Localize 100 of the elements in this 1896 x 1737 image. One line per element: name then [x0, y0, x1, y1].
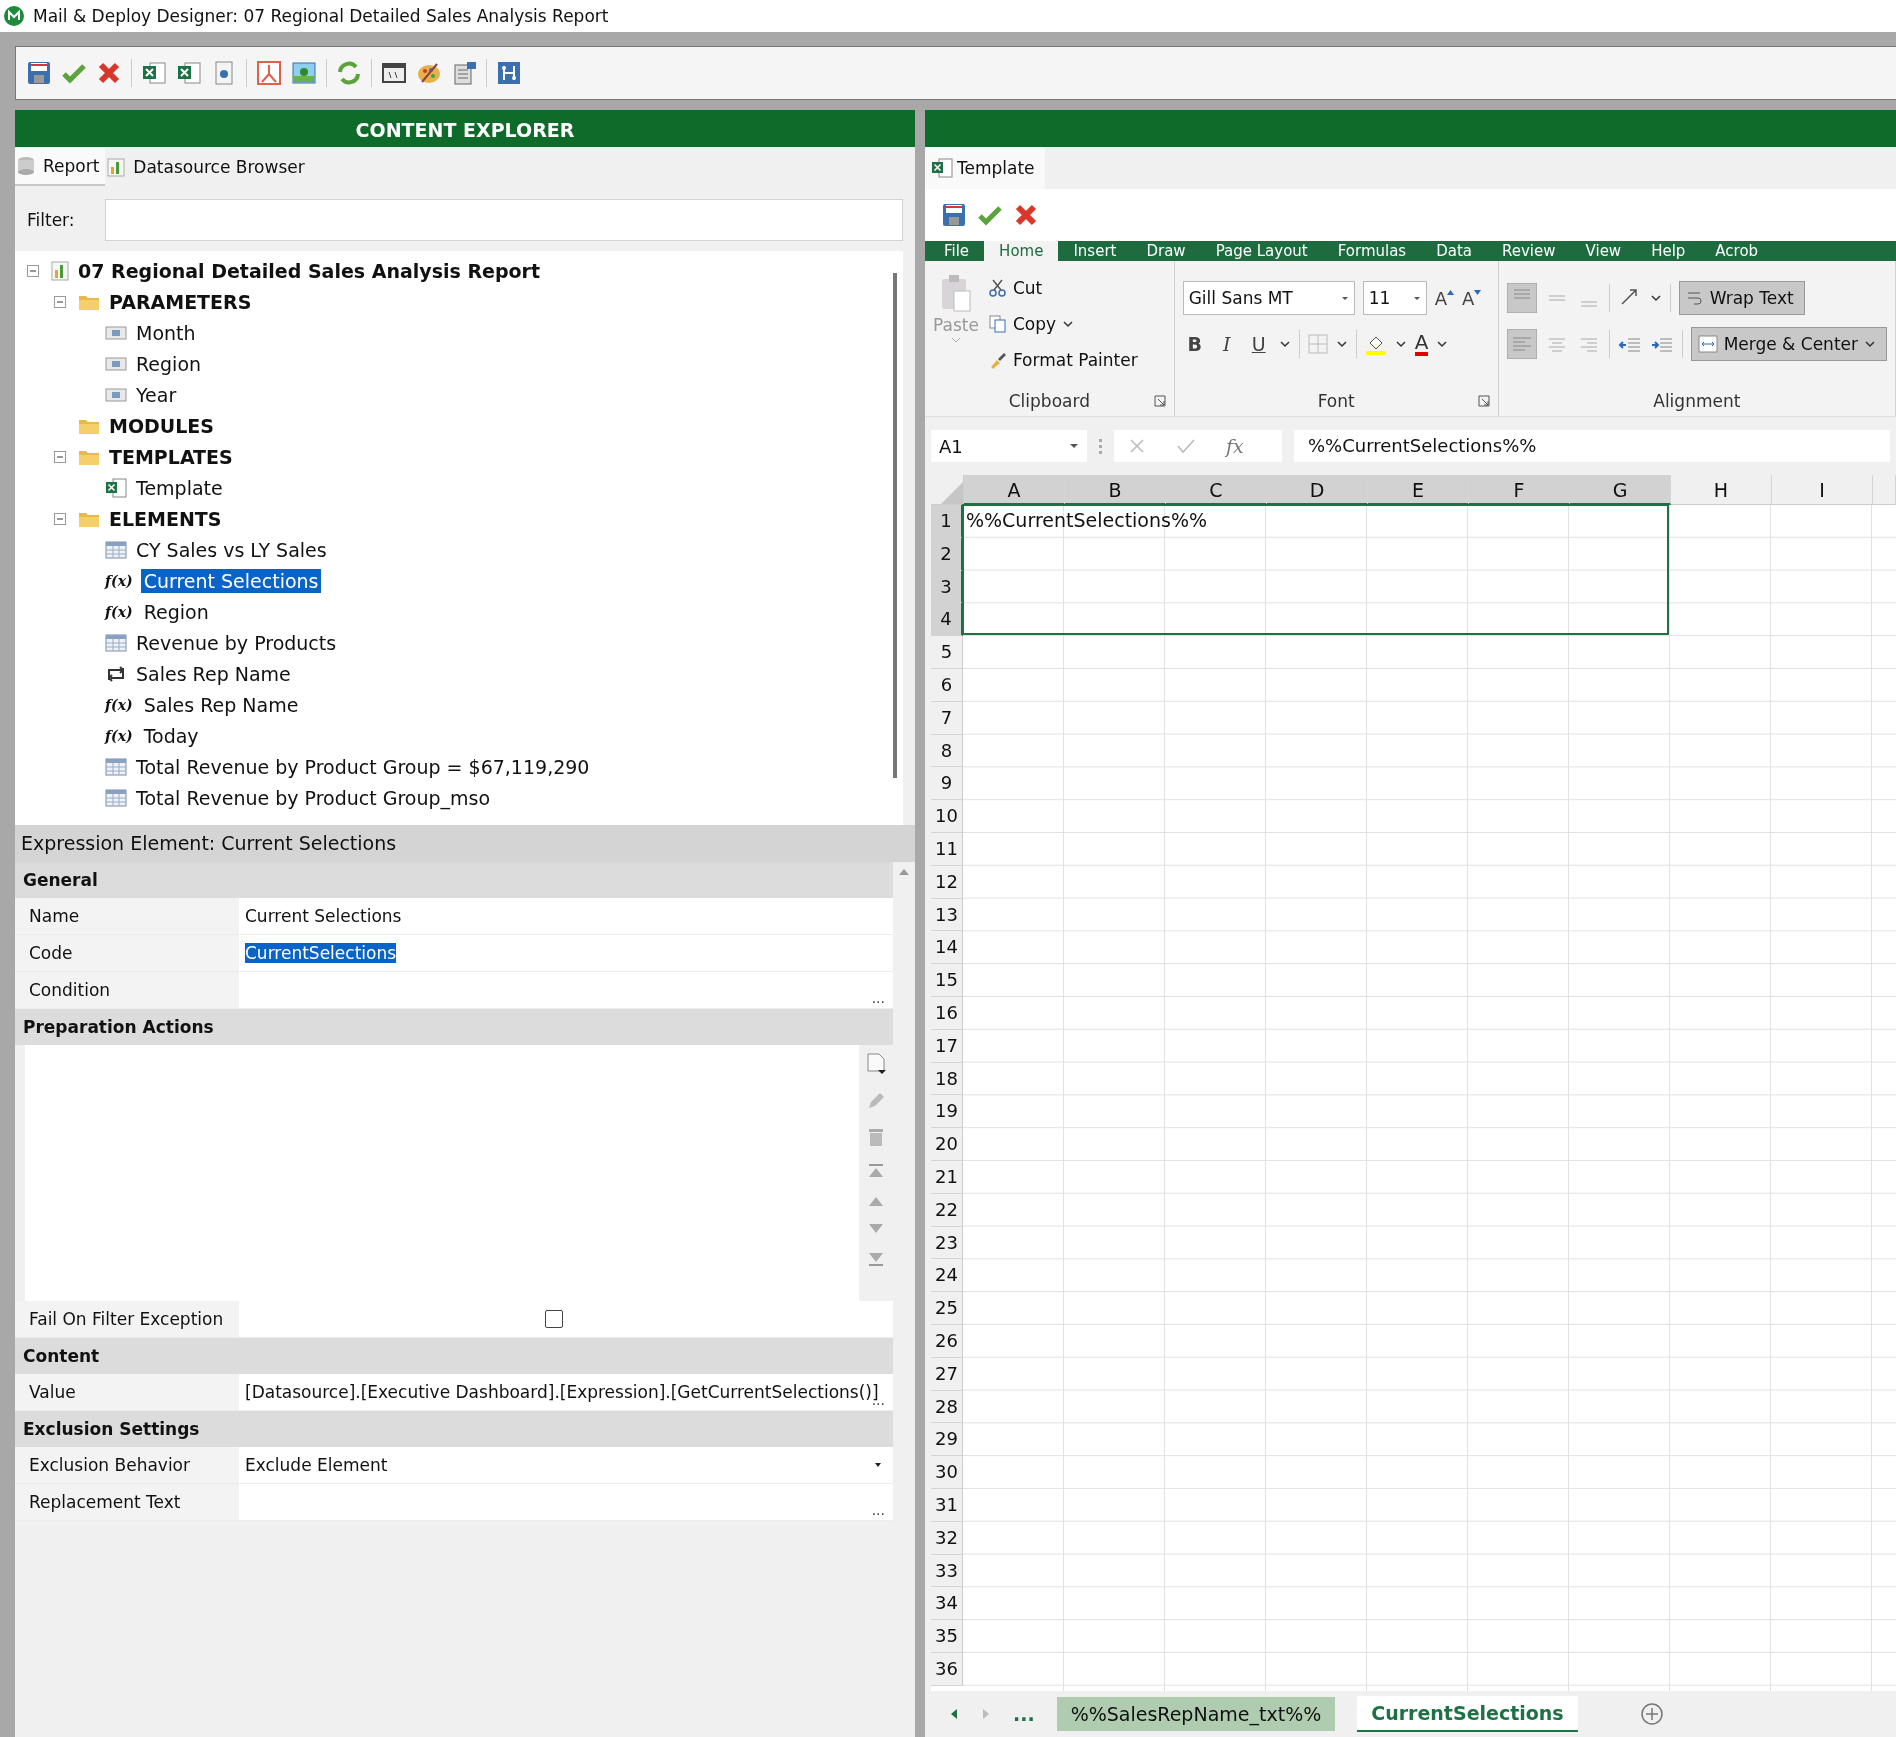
launcher-icon[interactable]: [1477, 395, 1490, 407]
column-header[interactable]: G: [1570, 475, 1671, 505]
insert-function-button[interactable]: fx: [1226, 435, 1244, 457]
row-header[interactable]: 15: [931, 964, 963, 997]
move-top-icon[interactable]: [867, 1163, 885, 1179]
row-header[interactable]: 26: [931, 1324, 963, 1358]
tree-item[interactable]: 07 Regional Detailed Sales Analysis Report: [75, 258, 544, 283]
layout-icon[interactable]: [496, 60, 522, 86]
format-painter-button[interactable]: Format Painter: [988, 345, 1138, 375]
add-sheet-icon[interactable]: [1639, 1702, 1664, 1726]
ribbon-tab[interactable]: Review: [1487, 241, 1571, 261]
excel-copy-icon[interactable]: [176, 60, 202, 86]
row-header[interactable]: 33: [931, 1554, 963, 1588]
ribbon-tab[interactable]: Data: [1421, 241, 1487, 261]
row-header[interactable]: 28: [931, 1390, 963, 1424]
column-header[interactable]: B: [1065, 475, 1166, 505]
variable-icon[interactable]: [381, 60, 407, 86]
trash-icon[interactable]: [867, 1127, 885, 1147]
cell-grid[interactable]: %%CurrentSelections%%: [963, 505, 1896, 1691]
caret-icon[interactable]: [1062, 320, 1074, 328]
ribbon-tab[interactable]: Page Layout: [1200, 241, 1323, 261]
column-header[interactable]: C: [1166, 475, 1267, 505]
italic-button[interactable]: I: [1214, 333, 1239, 355]
scroll-up-icon[interactable]: [898, 868, 910, 876]
collapse-toggle-icon[interactable]: [27, 264, 39, 277]
collapse-toggle-icon[interactable]: [54, 450, 66, 463]
launcher-icon[interactable]: [1153, 395, 1166, 407]
cell-text[interactable]: %%CurrentSelections%%: [966, 509, 1208, 531]
ellipsis-button[interactable]: ...: [871, 1502, 885, 1518]
tree-item[interactable]: Year: [133, 382, 180, 407]
row-header[interactable]: 12: [931, 865, 963, 899]
row-header[interactable]: 2: [931, 537, 963, 571]
cut-button[interactable]: Cut: [988, 273, 1138, 303]
property-value[interactable]: CurrentSelections: [245, 943, 397, 963]
ribbon-tab[interactable]: Insert: [1058, 241, 1132, 261]
cross-icon[interactable]: [96, 60, 122, 86]
cancel-icon[interactable]: [1128, 437, 1146, 455]
row-header[interactable]: 7: [931, 701, 963, 735]
ribbon-tab[interactable]: Home: [984, 241, 1059, 261]
row-header[interactable]: 19: [931, 1095, 963, 1129]
tree-item[interactable]: Today: [140, 723, 202, 748]
move-bottom-icon[interactable]: [867, 1251, 885, 1267]
align-left-icon[interactable]: [1506, 329, 1537, 359]
caret-icon[interactable]: [1335, 340, 1348, 348]
tree-item[interactable]: Sales Rep Name: [140, 692, 302, 717]
underline-button[interactable]: U: [1246, 333, 1271, 355]
ribbon-tab[interactable]: File: [929, 241, 985, 261]
row-header[interactable]: 16: [931, 996, 963, 1030]
property-value[interactable]: Current Selections: [245, 906, 402, 926]
ribbon-tab[interactable]: Draw: [1131, 241, 1201, 261]
tree-item[interactable]: Current Selections: [140, 568, 322, 593]
enter-icon[interactable]: [1176, 437, 1196, 455]
row-header[interactable]: 6: [931, 669, 963, 702]
row-header[interactable]: 32: [931, 1521, 963, 1555]
caret-icon[interactable]: [1649, 294, 1662, 302]
ribbon-tab[interactable]: Acrob: [1700, 241, 1774, 261]
tree-item[interactable]: MODULES: [106, 413, 218, 438]
more-sheets-button[interactable]: ...: [1013, 1703, 1035, 1725]
align-top-icon[interactable]: [1506, 283, 1537, 313]
tree-item[interactable]: Region: [133, 351, 205, 376]
row-header[interactable]: 3: [931, 570, 963, 604]
tree-item[interactable]: PARAMETERS: [106, 289, 255, 314]
column-header[interactable]: E: [1368, 475, 1469, 505]
column-header[interactable]: A: [964, 475, 1065, 505]
cross-icon[interactable]: [1013, 202, 1039, 228]
row-header[interactable]: 9: [931, 767, 963, 801]
ribbon-tab[interactable]: Help: [1636, 241, 1701, 261]
caret-icon[interactable]: [1394, 340, 1407, 348]
property-value[interactable]: Exclude Element: [245, 1455, 388, 1475]
row-header[interactable]: 27: [931, 1357, 963, 1391]
row-header[interactable]: 24: [931, 1259, 963, 1293]
template-tab[interactable]: Template: [925, 147, 1045, 189]
tree-item[interactable]: Month: [133, 320, 199, 345]
column-header[interactable]: F: [1469, 475, 1570, 505]
row-header[interactable]: 36: [931, 1652, 963, 1686]
row-header[interactable]: 4: [931, 603, 963, 637]
row-header[interactable]: 29: [931, 1423, 963, 1457]
checkbox[interactable]: [545, 1310, 563, 1328]
caret-icon[interactable]: [1278, 340, 1291, 348]
font-size-field[interactable]: 11: [1362, 281, 1427, 315]
property-value[interactable]: [Datasource].[Executive Dashboard].[Expression].[GetCurrentSelections()]: [245, 1382, 879, 1402]
row-header[interactable]: 14: [931, 931, 963, 965]
row-header[interactable]: 23: [931, 1226, 963, 1260]
ellipsis-button[interactable]: ...: [871, 990, 885, 1006]
row-header[interactable]: 30: [931, 1456, 963, 1489]
font-name-field[interactable]: Gill Sans MT: [1182, 281, 1355, 315]
save-icon[interactable]: [26, 60, 52, 86]
wrap-text-button[interactable]: Wrap Text: [1678, 281, 1805, 315]
excel-sheet-icon[interactable]: [141, 60, 167, 86]
row-header[interactable]: 1: [931, 505, 963, 538]
move-up-icon[interactable]: [867, 1195, 885, 1207]
merge-center-button[interactable]: Merge & Center: [1690, 327, 1887, 361]
row-header[interactable]: 18: [931, 1062, 963, 1096]
sheet-tab[interactable]: CurrentSelections: [1357, 1696, 1578, 1732]
refresh-icon[interactable]: [336, 60, 362, 86]
collapse-toggle-icon[interactable]: [54, 295, 66, 308]
caret-icon[interactable]: [1436, 340, 1449, 348]
column-header[interactable]: I: [1772, 475, 1873, 505]
shrink-font-button[interactable]: A: [1462, 287, 1482, 309]
tree-item[interactable]: Revenue by Products: [133, 630, 340, 655]
